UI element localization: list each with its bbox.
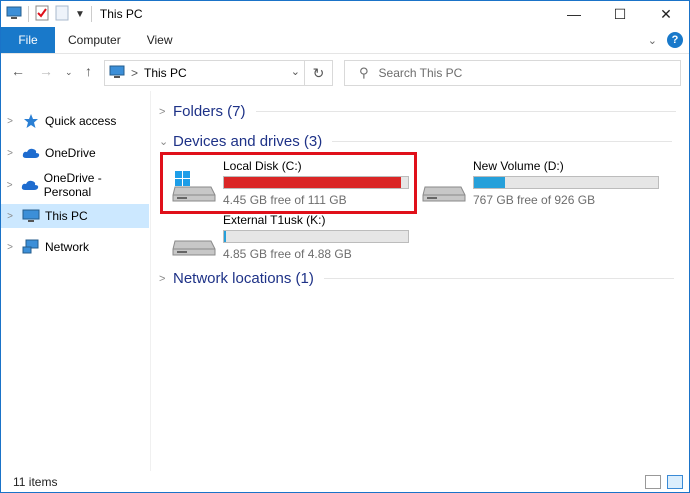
drive-item-d[interactable]: New Volume (D:) 767 GB free of 926 GB (411, 155, 661, 209)
expand-chevron-icon[interactable]: > (1, 116, 19, 127)
explorer-window: ▼ This PC — ☐ ✕ File Computer View ⌄ ? ←… (0, 0, 690, 493)
group-header-network[interactable]: > Network locations (1) (159, 270, 674, 287)
back-arrow-icon[interactable]: ← (11, 63, 25, 79)
refresh-icon[interactable]: ↻ (304, 61, 332, 85)
capacity-bar (223, 230, 409, 243)
quick-access-toolbar: ▼ (1, 5, 92, 24)
group-divider (255, 111, 676, 112)
expand-chevron-icon[interactable]: > (1, 148, 19, 159)
toolbar-divider (90, 6, 92, 22)
forward-arrow-icon[interactable]: → (39, 63, 53, 79)
group-title: Folders (7) (173, 103, 246, 120)
group-divider (323, 278, 674, 279)
group-title: Devices and drives (3) (173, 133, 323, 150)
tiles-view-icon[interactable] (667, 475, 683, 489)
group-divider (332, 141, 673, 142)
sidebar-item-network[interactable]: > Network (1, 235, 149, 259)
toolbar-divider (28, 6, 29, 22)
hard-drive-icon (421, 169, 467, 203)
capacity-bar (473, 176, 659, 189)
sidebar-item-label: Network (45, 240, 90, 254)
sidebar-item-label: This PC (45, 209, 88, 223)
computer-icon (6, 6, 22, 23)
tab-file[interactable]: File (1, 27, 55, 53)
group-title: Network locations (1) (173, 270, 314, 287)
drive-free-space: 4.85 GB free of 4.88 GB (223, 247, 352, 261)
content-pane: > Folders (7) ⌄ Devices and drives (3) L… (151, 91, 689, 471)
properties-icon[interactable] (35, 5, 49, 24)
title-bar: ▼ This PC — ☐ ✕ (1, 1, 689, 27)
ribbon-controls: ⌄ ? (648, 32, 683, 48)
search-icon: ⚲ (359, 65, 369, 80)
hard-drive-icon (171, 223, 217, 257)
customize-toolbar-chevron-icon[interactable]: ▼ (75, 9, 85, 20)
recent-locations-chevron-icon[interactable]: ⌄ (65, 67, 73, 78)
search-box[interactable]: ⚲ Search This PC (344, 60, 681, 86)
highlight-box (160, 152, 417, 214)
group-collapse-chevron-icon[interactable]: ⌄ (159, 135, 173, 148)
tab-view[interactable]: View (134, 27, 186, 53)
sidebar-item-label: OneDrive - Personal (43, 171, 102, 199)
sidebar-item-onedrive[interactable]: > OneDrive (1, 141, 149, 165)
item-count: 11 items (13, 475, 58, 489)
cloud-icon (21, 147, 41, 159)
navigation-bar: ← → ⌄ ↑ > This PC ⌄ ↻ ⚲ Search This PC (1, 53, 689, 91)
network-icon (21, 239, 41, 255)
sidebar-item-label: OneDrive (45, 146, 96, 160)
view-toggle (645, 475, 683, 489)
expand-ribbon-chevron-icon[interactable]: ⌄ (648, 34, 657, 47)
group-expand-chevron-icon[interactable]: > (159, 106, 173, 118)
breadcrumb-separator[interactable]: > (131, 66, 138, 80)
sidebar-item-label: Quick access (45, 114, 117, 128)
expand-chevron-icon[interactable]: > (1, 211, 19, 222)
star-icon (21, 113, 41, 129)
window-title: This PC (99, 7, 143, 21)
drive-item-k[interactable]: External T1usk (K:) 4.85 GB free of 4.88… (161, 209, 411, 263)
new-folder-icon[interactable] (55, 5, 69, 24)
sidebar-item-quick-access[interactable]: > Quick access (1, 109, 149, 133)
capacity-fill (474, 177, 506, 188)
minimize-button[interactable]: — (551, 1, 597, 27)
group-expand-chevron-icon[interactable]: > (159, 273, 173, 285)
drive-name: External T1usk (K:) (223, 213, 326, 227)
tab-computer[interactable]: Computer (55, 27, 134, 53)
group-header-folders[interactable]: > Folders (7) (159, 103, 676, 120)
sidebar-item-onedrive-personal[interactable]: > OneDrive - Personal (1, 171, 149, 199)
navigation-pane: > Quick access > OneDrive > OneDrive - P… (1, 91, 151, 471)
maximize-button[interactable]: ☐ (597, 1, 643, 27)
breadcrumb-this-pc[interactable]: This PC (144, 66, 187, 80)
close-button[interactable]: ✕ (643, 1, 689, 27)
search-placeholder: Search This PC (378, 66, 463, 80)
drive-free-space: 767 GB free of 926 GB (473, 193, 596, 207)
expand-chevron-icon[interactable]: > (1, 242, 19, 253)
computer-icon (21, 209, 41, 223)
cloud-icon (20, 179, 39, 191)
expand-chevron-icon[interactable]: > (1, 180, 18, 191)
window-controls: — ☐ ✕ (551, 1, 689, 27)
capacity-fill (224, 231, 226, 242)
up-arrow-icon[interactable]: ↑ (85, 63, 92, 79)
ribbon-tabs: File Computer View ⌄ ? (1, 27, 689, 53)
sidebar-item-this-pc[interactable]: > This PC (1, 204, 149, 228)
help-icon[interactable]: ? (667, 32, 683, 48)
address-bar[interactable]: > This PC ⌄ ↻ (104, 60, 333, 86)
details-view-icon[interactable] (645, 475, 661, 489)
address-dropdown-chevron-icon[interactable]: ⌄ (291, 65, 300, 78)
status-bar: 11 items (1, 471, 689, 493)
computer-icon (109, 65, 125, 82)
drive-name: New Volume (D:) (473, 159, 564, 173)
group-header-devices[interactable]: ⌄ Devices and drives (3) (159, 133, 673, 150)
